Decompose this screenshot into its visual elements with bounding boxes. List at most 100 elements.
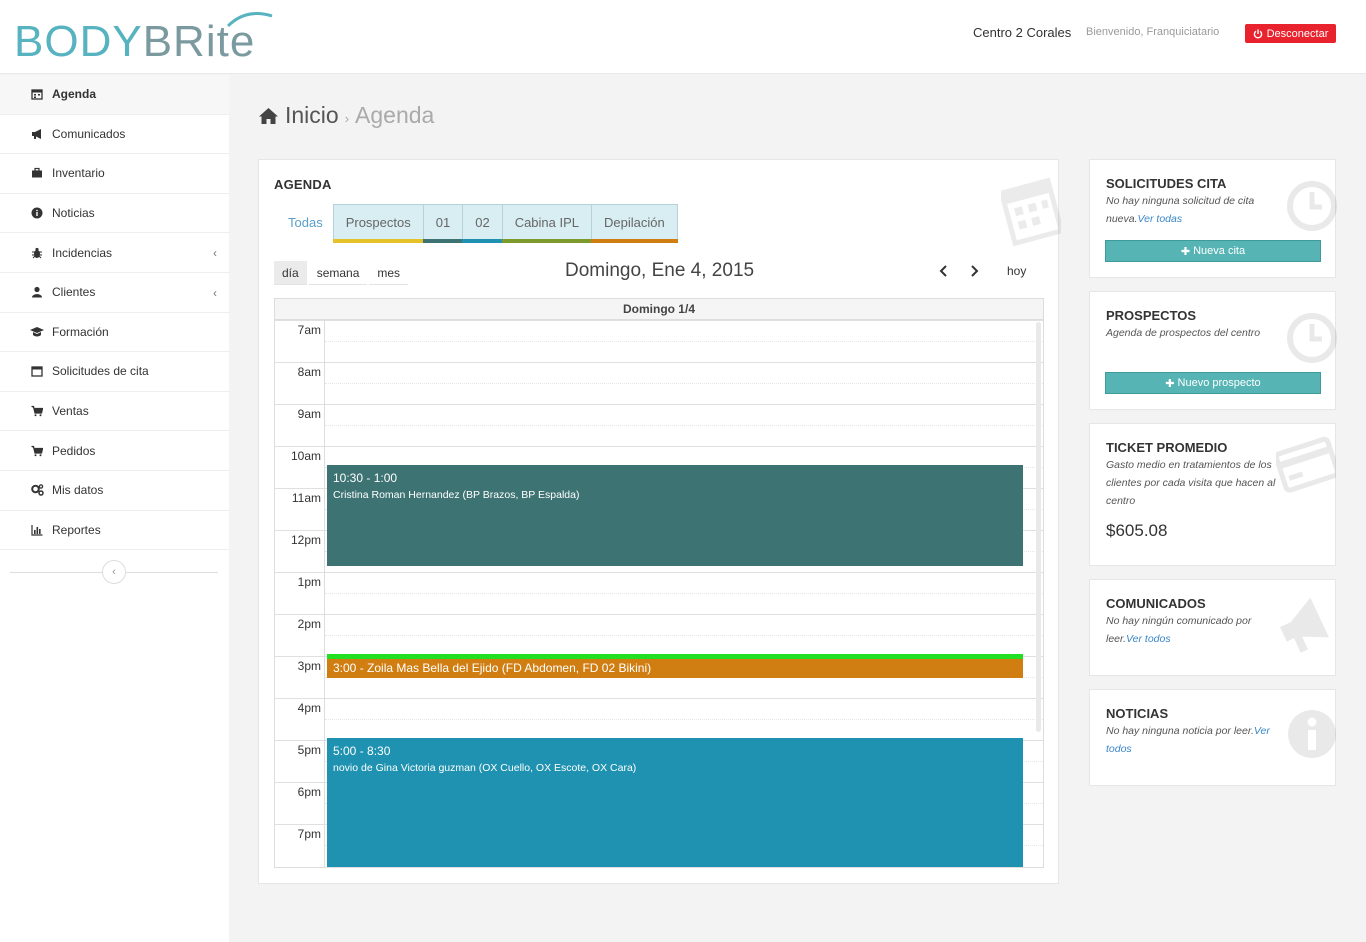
sidebar-item-label: Mis datos <box>52 483 104 498</box>
half-hour-row[interactable] <box>325 593 1043 594</box>
sidebar-item-noticias[interactable]: Noticias <box>0 194 229 234</box>
new-prospect-button[interactable]: ✚ Nuevo prospecto <box>1105 372 1321 394</box>
hour-label: 8am <box>297 365 321 379</box>
ver-todos-link[interactable]: Ver todos <box>1126 633 1171 645</box>
plus-icon: ✚ <box>1180 245 1191 258</box>
hour-label: 6pm <box>297 785 321 799</box>
widget-title: TICKET PROMEDIO <box>1106 440 1228 455</box>
breadcrumb: Inicio › Agenda <box>258 102 434 129</box>
view-week-button[interactable]: semana <box>308 261 368 285</box>
agenda-panel: AGENDA Todas Prospectos 01 02 Cabina IPL… <box>258 159 1061 884</box>
logout-button[interactable]: Desconectar <box>1245 24 1336 43</box>
sidebar-item-mis-datos[interactable]: Mis datos <box>0 471 229 511</box>
top-header: BODY BRite Centro 2 Corales Bienvenido, … <box>0 0 1366 74</box>
hour-row[interactable] <box>275 698 1043 699</box>
hour-row[interactable] <box>275 362 1043 363</box>
half-hour-row[interactable] <box>325 341 1043 342</box>
ticket-widget: TICKET PROMEDIO Gasto medio en tratamien… <box>1089 423 1336 566</box>
half-hour-row[interactable] <box>325 383 1043 384</box>
chevron-right-icon[interactable] <box>970 265 979 277</box>
tab-cabina-ipl[interactable]: Cabina IPL <box>501 204 593 243</box>
ver-todas-link[interactable]: Ver todas <box>1138 213 1183 225</box>
calendar-icon <box>30 364 44 378</box>
new-appointment-button[interactable]: ✚ Nueva cita <box>1105 240 1321 262</box>
sidebar-item-label: Pedidos <box>52 443 96 458</box>
sidebar-collapse-button[interactable]: ‹ <box>102 560 126 584</box>
button-label: Nueva cita <box>1193 245 1246 257</box>
sidebar-item-label: Noticias <box>52 206 95 221</box>
hour-row[interactable] <box>275 320 1043 321</box>
widget-text: Gasto medio en tratamientos de los clien… <box>1106 459 1276 507</box>
calendar-bg-icon <box>1001 177 1061 247</box>
user-icon <box>30 285 44 299</box>
sidebar-item-ventas[interactable]: Ventas <box>0 392 229 432</box>
calendar-event[interactable]: 5:00 - 8:30 novio de Gina Victoria guzma… <box>327 738 1023 867</box>
sidebar-item-pedidos[interactable]: Pedidos <box>0 431 229 471</box>
view-switcher: día semana mes <box>274 261 409 285</box>
sidebar-item-inventario[interactable]: Inventario <box>0 154 229 194</box>
view-month-button[interactable]: mes <box>369 261 409 285</box>
sidebar-item-label: Inventario <box>52 166 105 181</box>
logo-swoosh-icon <box>226 12 273 28</box>
tab-label: Prospectos <box>345 214 411 230</box>
calendar-event[interactable]: 3:00 - Zoila Mas Bella del Ejido (FD Abd… <box>327 654 1023 678</box>
tab-color-bar <box>501 239 593 243</box>
hour-label: 7pm <box>297 827 321 841</box>
calendar-filter-tabs: Todas Prospectos 01 02 Cabina IPL Depila… <box>274 204 678 243</box>
half-hour-row[interactable] <box>325 719 1043 720</box>
widget-text: No hay ninguna solicitud de cita nueva.V… <box>1106 192 1276 228</box>
sidebar: Agenda Comunicados Inventario Noticias I… <box>0 75 229 942</box>
tab-depilacion[interactable]: Depilación <box>591 204 678 243</box>
sidebar-item-comunicados[interactable]: Comunicados <box>0 115 229 155</box>
hour-row[interactable] <box>275 404 1043 405</box>
sidebar-item-formacion[interactable]: Formación <box>0 313 229 353</box>
sidebar-item-agenda[interactable]: Agenda <box>0 75 229 115</box>
widget-title: COMUNICADOS <box>1106 596 1206 611</box>
tab-todas[interactable]: Todas <box>274 204 334 240</box>
sidebar-item-solicitudes[interactable]: Solicitudes de cita <box>0 352 229 392</box>
tab-prospectos[interactable]: Prospectos <box>332 204 424 243</box>
half-hour-row[interactable] <box>325 635 1043 636</box>
day-column-header: Domingo 1/4 <box>275 299 1043 320</box>
calendar-navigation: hoy <box>939 264 1026 278</box>
tab-label: Depilación <box>604 214 665 230</box>
breadcrumb-home[interactable]: Inicio <box>285 102 339 129</box>
tab-02[interactable]: 02 <box>462 204 503 243</box>
half-hour-row[interactable] <box>325 425 1043 426</box>
widget-text: No hay ninguna noticia por leer.Ver todo… <box>1106 722 1276 758</box>
hour-label: 10am <box>290 449 321 463</box>
event-time: 5:00 - 8:30 <box>333 744 391 758</box>
sidebar-item-incidencias[interactable]: Incidencias ‹ <box>0 233 229 273</box>
cart-icon <box>30 444 44 458</box>
hour-row[interactable] <box>275 614 1043 615</box>
sidebar-item-clientes[interactable]: Clientes ‹ <box>0 273 229 313</box>
tab-01[interactable]: 01 <box>422 204 464 243</box>
plus-icon: ✚ <box>1165 377 1175 390</box>
today-button[interactable]: hoy <box>1007 264 1026 278</box>
bullhorn-bg-icon <box>1280 597 1329 653</box>
hour-row[interactable] <box>275 572 1043 573</box>
bodybrite-logo[interactable]: BODY BRite <box>14 12 273 64</box>
sidebar-item-label: Ventas <box>52 404 89 419</box>
chevron-left-icon: ‹ <box>213 285 217 300</box>
credit-card-bg-icon <box>1276 436 1336 493</box>
hour-label: 7am <box>297 323 321 337</box>
info-bg-icon <box>1288 710 1336 758</box>
home-icon[interactable] <box>258 107 279 125</box>
solicitudes-widget: SOLICITUDES CITA No hay ninguna solicitu… <box>1089 159 1337 278</box>
calendar-body[interactable]: 10:30 - 1:00 Cristina Roman Hernandez (B… <box>275 320 1043 867</box>
sidebar-item-label: Solicitudes de cita <box>52 364 149 379</box>
hour-label: 12pm <box>290 533 321 547</box>
event-time: 10:30 - 1:00 <box>333 471 398 485</box>
hour-row[interactable] <box>275 446 1043 447</box>
calendar-event[interactable]: 10:30 - 1:00 Cristina Roman Hernandez (B… <box>327 465 1023 566</box>
widget-text: Agenda de prospectos del centro <box>1106 327 1261 339</box>
view-day-button[interactable]: día <box>274 261 307 285</box>
breadcrumb-separator: › <box>344 111 350 126</box>
sidebar-item-label: Clientes <box>52 285 96 300</box>
hour-label: 9am <box>297 407 321 421</box>
sidebar-item-reportes[interactable]: Reportes <box>0 511 229 551</box>
calendar-scrollbar[interactable] <box>1036 322 1041 732</box>
bullhorn-icon <box>30 127 44 141</box>
chevron-left-icon[interactable] <box>939 265 948 277</box>
